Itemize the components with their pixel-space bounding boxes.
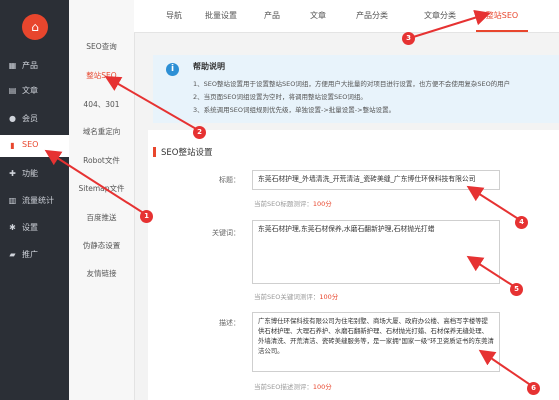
seo-icon: ▮: [10, 141, 15, 150]
sidebar-item-label: 设置: [22, 223, 38, 232]
tab-products[interactable]: 产品: [258, 0, 286, 32]
tab-product-categories[interactable]: 产品分类: [344, 0, 400, 32]
title-label: 标题：: [219, 176, 240, 184]
hint-score: 100分: [319, 293, 339, 301]
hint-score: 100分: [312, 383, 332, 391]
grid-icon: ▦: [8, 61, 17, 70]
submenu-item-seo-query[interactable]: SEO查询: [69, 41, 134, 52]
section-title-bar: [153, 147, 156, 157]
broadcast-icon: ▰: [9, 250, 16, 259]
annotation-marker: 2: [193, 126, 206, 139]
sidebar-item-seo[interactable]: ▮ SEO: [0, 135, 69, 157]
seo-description-textarea[interactable]: 广东博仕环保科技有限公司为住宅别墅、商场大厦、政府办公楼、高档写字楼等提供石材护…: [252, 312, 500, 372]
sidebar-item-members[interactable]: ● 会员: [0, 108, 69, 130]
submenu-item-friend-links[interactable]: 友情链接: [69, 268, 134, 279]
seo-submenu: SEO查询 整站SEO 404、301 域名重定向 Robot文件 Sitema…: [69, 0, 135, 400]
tab-articles[interactable]: 文章: [304, 0, 332, 32]
submenu-item-rewrite-settings[interactable]: 伪静态设置: [69, 240, 134, 251]
hint-text: 当前SEO描述测评：: [254, 383, 313, 391]
tab-site-seo[interactable]: 整站SEO: [476, 0, 528, 32]
submenu-item-404-301[interactable]: 404、301: [69, 99, 134, 110]
help-notice: i 帮助说明 1、SEO整站设置用于设置整站SEO词组，方便用户大批量的对项目进…: [153, 55, 559, 123]
hint-text: 当前SEO关键词测评：: [254, 293, 320, 301]
keywords-label: 关键词：: [212, 229, 240, 237]
sidebar-item-label: SEO: [22, 140, 39, 149]
annotation-marker: 6: [527, 382, 540, 395]
sidebar-item-articles[interactable]: ▤ 文章: [0, 80, 69, 102]
submenu-item-sitemap-file[interactable]: Sitemap文件: [69, 183, 134, 194]
seo-title-input[interactable]: 东莞石材护理_外墙清洗_开荒清洁_瓷砖美缝_广东博仕环保科技有限公司: [252, 170, 500, 190]
submenu-item-domain-redirect[interactable]: 域名重定向: [69, 126, 134, 137]
help-title: 帮助说明: [193, 62, 225, 71]
bar-chart-icon: ▥: [8, 196, 17, 205]
description-score-hint: 当前SEO描述测评：100分: [254, 381, 332, 391]
annotation-marker: 4: [515, 216, 528, 229]
tab-batch-settings[interactable]: 批量设置: [196, 0, 246, 32]
sidebar-item-features[interactable]: ✚ 功能: [0, 163, 69, 185]
sidebar-item-label: 文章: [22, 86, 38, 95]
submenu-item-site-seo[interactable]: 整站SEO: [69, 70, 134, 81]
sidebar-item-label: 流量统计: [22, 196, 54, 205]
sidebar-item-promotion[interactable]: ▰ 推广: [0, 244, 69, 266]
tab-navigation[interactable]: 导航: [160, 0, 188, 32]
description-label: 描述：: [219, 319, 240, 327]
help-line: 3、系统调用SEO词组规则优先级，单独设置->批量设置->整站设置。: [193, 106, 396, 114]
seo-keywords-textarea[interactable]: 东莞石材护理,东莞石材保养,水磨石翻新护理,石材抛光打蜡: [252, 220, 500, 284]
annotation-marker: 3: [402, 32, 415, 45]
submenu-item-robot-file[interactable]: Robot文件: [69, 155, 134, 166]
help-line: 1、SEO整站设置用于设置整站SEO词组，方便用户大批量的对项目进行设置，也方便…: [193, 80, 511, 88]
title-score-hint: 当前SEO标题测评：100分: [254, 198, 332, 208]
tab-article-categories[interactable]: 文章分类: [412, 0, 468, 32]
user-icon: ●: [9, 114, 16, 123]
main-sidebar: ⌂ ▦ 产品 ▤ 文章 ● 会员 ▮ SEO ✚ 功能 ▥ 流量统计 ✱ 设置: [0, 0, 69, 400]
annotation-marker: 1: [140, 210, 153, 223]
top-tab-bar: 导航 批量设置 产品 文章 产品分类 文章分类 整站SEO: [134, 0, 559, 33]
sidebar-item-label: 产品: [22, 61, 38, 70]
home-logo-icon[interactable]: ⌂: [22, 14, 48, 40]
sidebar-item-traffic-stats[interactable]: ▥ 流量统计: [0, 190, 69, 212]
section-title: SEO整站设置: [161, 148, 213, 158]
app-root: ⌂ ▦ 产品 ▤ 文章 ● 会员 ▮ SEO ✚ 功能 ▥ 流量统计 ✱ 设置: [0, 0, 559, 400]
hint-score: 100分: [312, 200, 332, 208]
wrench-icon: ✚: [9, 169, 16, 178]
help-line: 2、当页面SEO词组设置为空时，将调用整站设置SEO词组。: [193, 93, 367, 101]
annotation-marker: 5: [510, 283, 523, 296]
sidebar-item-label: 功能: [22, 169, 38, 178]
hint-text: 当前SEO标题测评：: [254, 200, 313, 208]
info-icon: i: [166, 63, 179, 76]
keywords-score-hint: 当前SEO关键词测评：100分: [254, 291, 338, 301]
sidebar-item-label: 会员: [22, 114, 38, 123]
submenu-item-baidu-push[interactable]: 百度推送: [69, 212, 134, 223]
document-icon: ▤: [8, 86, 17, 95]
gear-icon: ✱: [9, 223, 16, 232]
sidebar-item-label: 推广: [22, 250, 38, 259]
sidebar-item-settings[interactable]: ✱ 设置: [0, 217, 69, 239]
sidebar-item-products[interactable]: ▦ 产品: [0, 55, 69, 77]
